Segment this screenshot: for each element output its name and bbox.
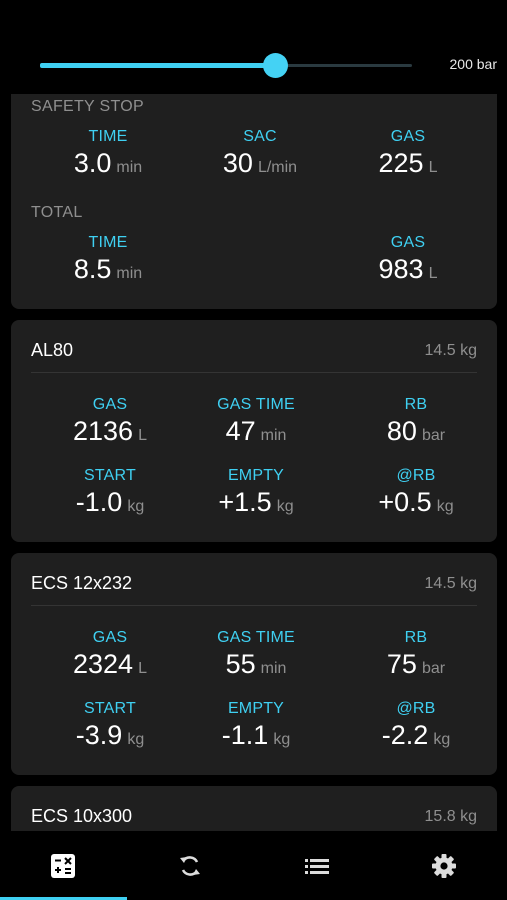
total-gas-value: 983 — [378, 254, 424, 284]
tank-rb-value: 75 — [386, 649, 417, 679]
total-gas-unit: L — [428, 265, 438, 282]
tank-at-rb-value: +0.5 — [378, 487, 432, 517]
tank-empty-label: EMPTY — [227, 467, 285, 484]
tank-card[interactable]: AL80 14.5 kg GAS 2136 L GAS TIME 47 min RB… — [11, 320, 497, 542]
tank-gas-time-label: GAS TIME — [217, 396, 295, 413]
tank-start-value: -1.0 — [75, 487, 123, 517]
tank-name: AL80 — [31, 340, 74, 360]
total-time: TIME 8.5 min — [33, 234, 183, 285]
tank-empty-unit: kg — [276, 498, 294, 515]
slider-value-label: 200 bar — [449, 56, 497, 72]
tank-gas: GAS 2324 L — [35, 629, 185, 680]
tank-gas-time: GAS TIME 55 min — [181, 629, 331, 680]
safety-stop-gas-value: 225 — [378, 148, 424, 178]
tank-weight: 15.8 kg — [424, 808, 477, 825]
tank-start: START -3.9 kg — [35, 700, 185, 751]
tank-rb-value: 80 — [386, 416, 417, 446]
safety-stop-sac-unit: L/min — [257, 159, 298, 176]
tank-at-rb-value: -2.2 — [381, 720, 429, 750]
tank-start-unit: kg — [127, 731, 145, 748]
sync-icon — [177, 853, 203, 879]
tank-card[interactable]: ECS 10x300 15.8 kg — [11, 786, 497, 831]
tank-rb: RB 75 bar — [341, 629, 491, 680]
safety-stop-time-unit: min — [116, 159, 143, 176]
tank-gas-time-value: 47 — [225, 416, 256, 446]
tank-rb-unit: bar — [421, 660, 446, 677]
list-icon — [304, 853, 330, 879]
divider — [31, 372, 477, 373]
tank-empty: EMPTY -1.1 kg — [181, 700, 331, 751]
total-heading: TOTAL — [31, 204, 83, 221]
tank-empty-value: +1.5 — [218, 487, 272, 517]
divider — [31, 605, 477, 606]
tank-gas-label: GAS — [92, 396, 128, 413]
tank-gas-time-label: GAS TIME — [217, 629, 295, 646]
tank-gas-time: GAS TIME 47 min — [181, 396, 331, 447]
tank-gas-value: 2136 — [73, 416, 134, 446]
tank-gas-label: GAS — [92, 629, 128, 646]
total-time-value: 8.5 — [73, 254, 112, 284]
tank-card[interactable]: ECS 12x232 14.5 kg GAS 2324 L GAS TIME 55… — [11, 553, 497, 775]
safety-stop-sac-value: 30 — [222, 148, 253, 178]
tank-gas-time-unit: min — [260, 427, 287, 444]
tank-at-rb: @RB -2.2 kg — [341, 700, 491, 751]
slider-fill — [40, 63, 276, 68]
safety-stop-sac: SAC 30 L/min — [185, 128, 335, 179]
total-time-unit: min — [116, 265, 143, 282]
tab-list[interactable] — [254, 831, 381, 900]
tank-name: ECS 12x232 — [31, 573, 133, 593]
tank-rb-label: RB — [404, 396, 428, 413]
tank-gas: GAS 2136 L — [35, 396, 185, 447]
total-gas-label: GAS — [390, 234, 426, 251]
tank-gas-unit: L — [138, 660, 147, 677]
tank-rb: RB 80 bar — [341, 396, 491, 447]
safety-stop-gas-unit: L — [428, 159, 438, 176]
tank-at-rb-label: @RB — [396, 467, 436, 484]
tab-settings[interactable] — [380, 831, 507, 900]
safety-stop-gas-label: GAS — [390, 128, 426, 145]
tank-gas-value: 2324 — [73, 649, 134, 679]
tank-gas-time-unit: min — [260, 660, 287, 677]
safety-stop-gas: GAS 225 L — [333, 128, 483, 179]
tank-gas-time-value: 55 — [225, 649, 256, 679]
safety-stop-time-label: TIME — [88, 128, 128, 145]
tank-name: ECS 10x300 — [31, 806, 133, 826]
gear-icon — [431, 853, 457, 879]
tank-empty-value: -1.1 — [221, 720, 269, 750]
summary-card: SAFETY STOP TIME 3.0 min SAC 30 L/min GAS … — [11, 94, 497, 309]
tank-start-label: START — [84, 700, 136, 717]
safety-stop-heading: SAFETY STOP — [31, 98, 144, 115]
tank-start-value: -3.9 — [75, 720, 123, 750]
total-time-label: TIME — [88, 234, 128, 251]
tank-weight: 14.5 kg — [424, 575, 477, 592]
total-gas: GAS 983 L — [333, 234, 483, 285]
safety-stop-time-value: 3.0 — [73, 148, 112, 178]
bottom-tab-bar — [0, 831, 507, 900]
calculator-icon — [50, 853, 76, 879]
slider-thumb[interactable] — [263, 53, 289, 78]
tank-empty-label: EMPTY — [227, 700, 285, 717]
tank-empty-unit: kg — [273, 731, 291, 748]
tank-start-label: START — [84, 467, 136, 484]
pressure-slider[interactable]: 200 bar — [0, 38, 507, 94]
tank-start-unit: kg — [127, 498, 145, 515]
tank-gas-unit: L — [138, 427, 147, 444]
tank-at-rb: @RB +0.5 kg — [341, 467, 491, 518]
tank-rb-label: RB — [404, 629, 428, 646]
tank-start: START -1.0 kg — [35, 467, 185, 518]
tank-empty: EMPTY +1.5 kg — [181, 467, 331, 518]
tank-weight: 14.5 kg — [424, 342, 477, 359]
tab-calculator[interactable] — [0, 831, 127, 900]
safety-stop-time: TIME 3.0 min — [33, 128, 183, 179]
tank-at-rb-label: @RB — [396, 700, 436, 717]
tank-at-rb-unit: kg — [436, 498, 454, 515]
safety-stop-sac-label: SAC — [243, 128, 277, 145]
tank-rb-unit: bar — [421, 427, 446, 444]
tab-sync[interactable] — [127, 831, 254, 900]
tank-at-rb-unit: kg — [433, 731, 451, 748]
